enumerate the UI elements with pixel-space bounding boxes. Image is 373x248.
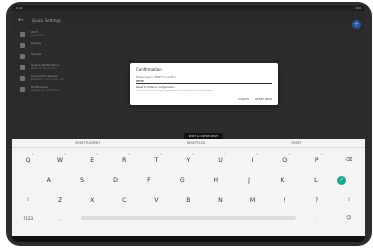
- dialog-title: Confirmation: [136, 67, 162, 72]
- key-z[interactable]: Z: [48, 197, 72, 204]
- shift-icon[interactable]: ⇧: [16, 197, 40, 203]
- key-question[interactable]: ?: [305, 197, 329, 204]
- key-b[interactable]: B: [176, 197, 200, 204]
- backspace-icon[interactable]: ⌫: [337, 157, 361, 163]
- navigation-bar: [12, 236, 365, 242]
- suggestion-strip: RESETTLEMENT RESETTLED RESET: [12, 139, 365, 148]
- key-r[interactable]: R4: [112, 153, 136, 164]
- status-time: 9:41: [16, 6, 23, 10]
- suggestion-item[interactable]: RESETTLEMENT: [75, 141, 100, 145]
- emoji-icon[interactable]: ☺: [337, 215, 361, 221]
- key-s[interactable]: S: [70, 177, 94, 184]
- key-k[interactable]: K: [270, 177, 294, 184]
- confirm-text-input[interactable]: [136, 79, 272, 84]
- key-exclaim[interactable]: !: [273, 197, 297, 204]
- key-f[interactable]: F: [137, 177, 161, 184]
- key-comma[interactable]: ,: [49, 216, 73, 221]
- key-y[interactable]: Y6: [176, 153, 200, 164]
- key-g[interactable]: G: [170, 177, 194, 184]
- space-bar[interactable]: [80, 216, 296, 220]
- key-x[interactable]: X: [80, 197, 104, 204]
- key-q[interactable]: Q1: [16, 153, 40, 164]
- key-m[interactable]: M: [241, 197, 265, 204]
- device-frame: 9:41 100 ← Quick Settings + ⚙ Wi-FiConne…: [0, 0, 373, 248]
- keyboard-row-4: ?123 , . ☺: [12, 209, 365, 227]
- key-d[interactable]: D: [103, 177, 127, 184]
- suggestion-item[interactable]: RESETTLED: [187, 141, 205, 145]
- keyboard-row-3: ⇧ Z X C V B N M ! ? ⇧: [12, 191, 365, 209]
- key-p[interactable]: P0: [305, 153, 329, 164]
- screen: 9:41 100 ← Quick Settings + ⚙ Wi-FiConne…: [12, 5, 365, 242]
- key-t[interactable]: T5: [144, 153, 168, 164]
- keyboard-row-2: A S D F G H J K L ✓: [12, 171, 365, 189]
- confirmation-dialog: Confirmation Please type in 'RESET' to c…: [130, 63, 278, 105]
- suggestion-item[interactable]: RESET: [292, 141, 302, 145]
- keyboard-row-1: Q1 W2 E3 R4 T5 Y6 U7 I8 O9 P0 ⌫: [12, 151, 365, 169]
- key-c[interactable]: C: [112, 197, 136, 204]
- key-l[interactable]: L: [304, 177, 328, 184]
- dialog-hint: This action will reset all your preferen…: [136, 90, 213, 92]
- key-e[interactable]: E3: [80, 153, 104, 164]
- key-u[interactable]: U7: [209, 153, 233, 164]
- dialog-actions: CANCEL RESET NOW: [238, 98, 272, 101]
- reset-now-button[interactable]: RESET NOW: [255, 98, 272, 101]
- tablet-bezel: 9:41 100 ← Quick Settings + ⚙ Wi-FiConne…: [6, 2, 372, 246]
- cancel-button[interactable]: CANCEL: [238, 98, 249, 101]
- key-j[interactable]: J: [237, 177, 261, 184]
- key-period[interactable]: .: [304, 216, 328, 221]
- key-i[interactable]: I8: [241, 153, 265, 164]
- numbers-key[interactable]: ?123: [16, 216, 40, 221]
- key-a[interactable]: A: [37, 177, 61, 184]
- status-battery: 100: [355, 6, 361, 10]
- key-h[interactable]: H: [204, 177, 228, 184]
- key-o[interactable]: O9: [273, 153, 297, 164]
- on-screen-keyboard: RESETTLEMENT RESETTLED RESET Q1 W2 E3 R4…: [12, 139, 365, 242]
- dialog-subtitle: Reset to default configuration: [136, 86, 175, 89]
- key-n[interactable]: N: [209, 197, 233, 204]
- key-w[interactable]: W2: [48, 153, 72, 164]
- key-v[interactable]: V: [144, 197, 168, 204]
- shift-icon[interactable]: ⇧: [337, 197, 361, 203]
- check-icon[interactable]: ✓: [337, 175, 347, 185]
